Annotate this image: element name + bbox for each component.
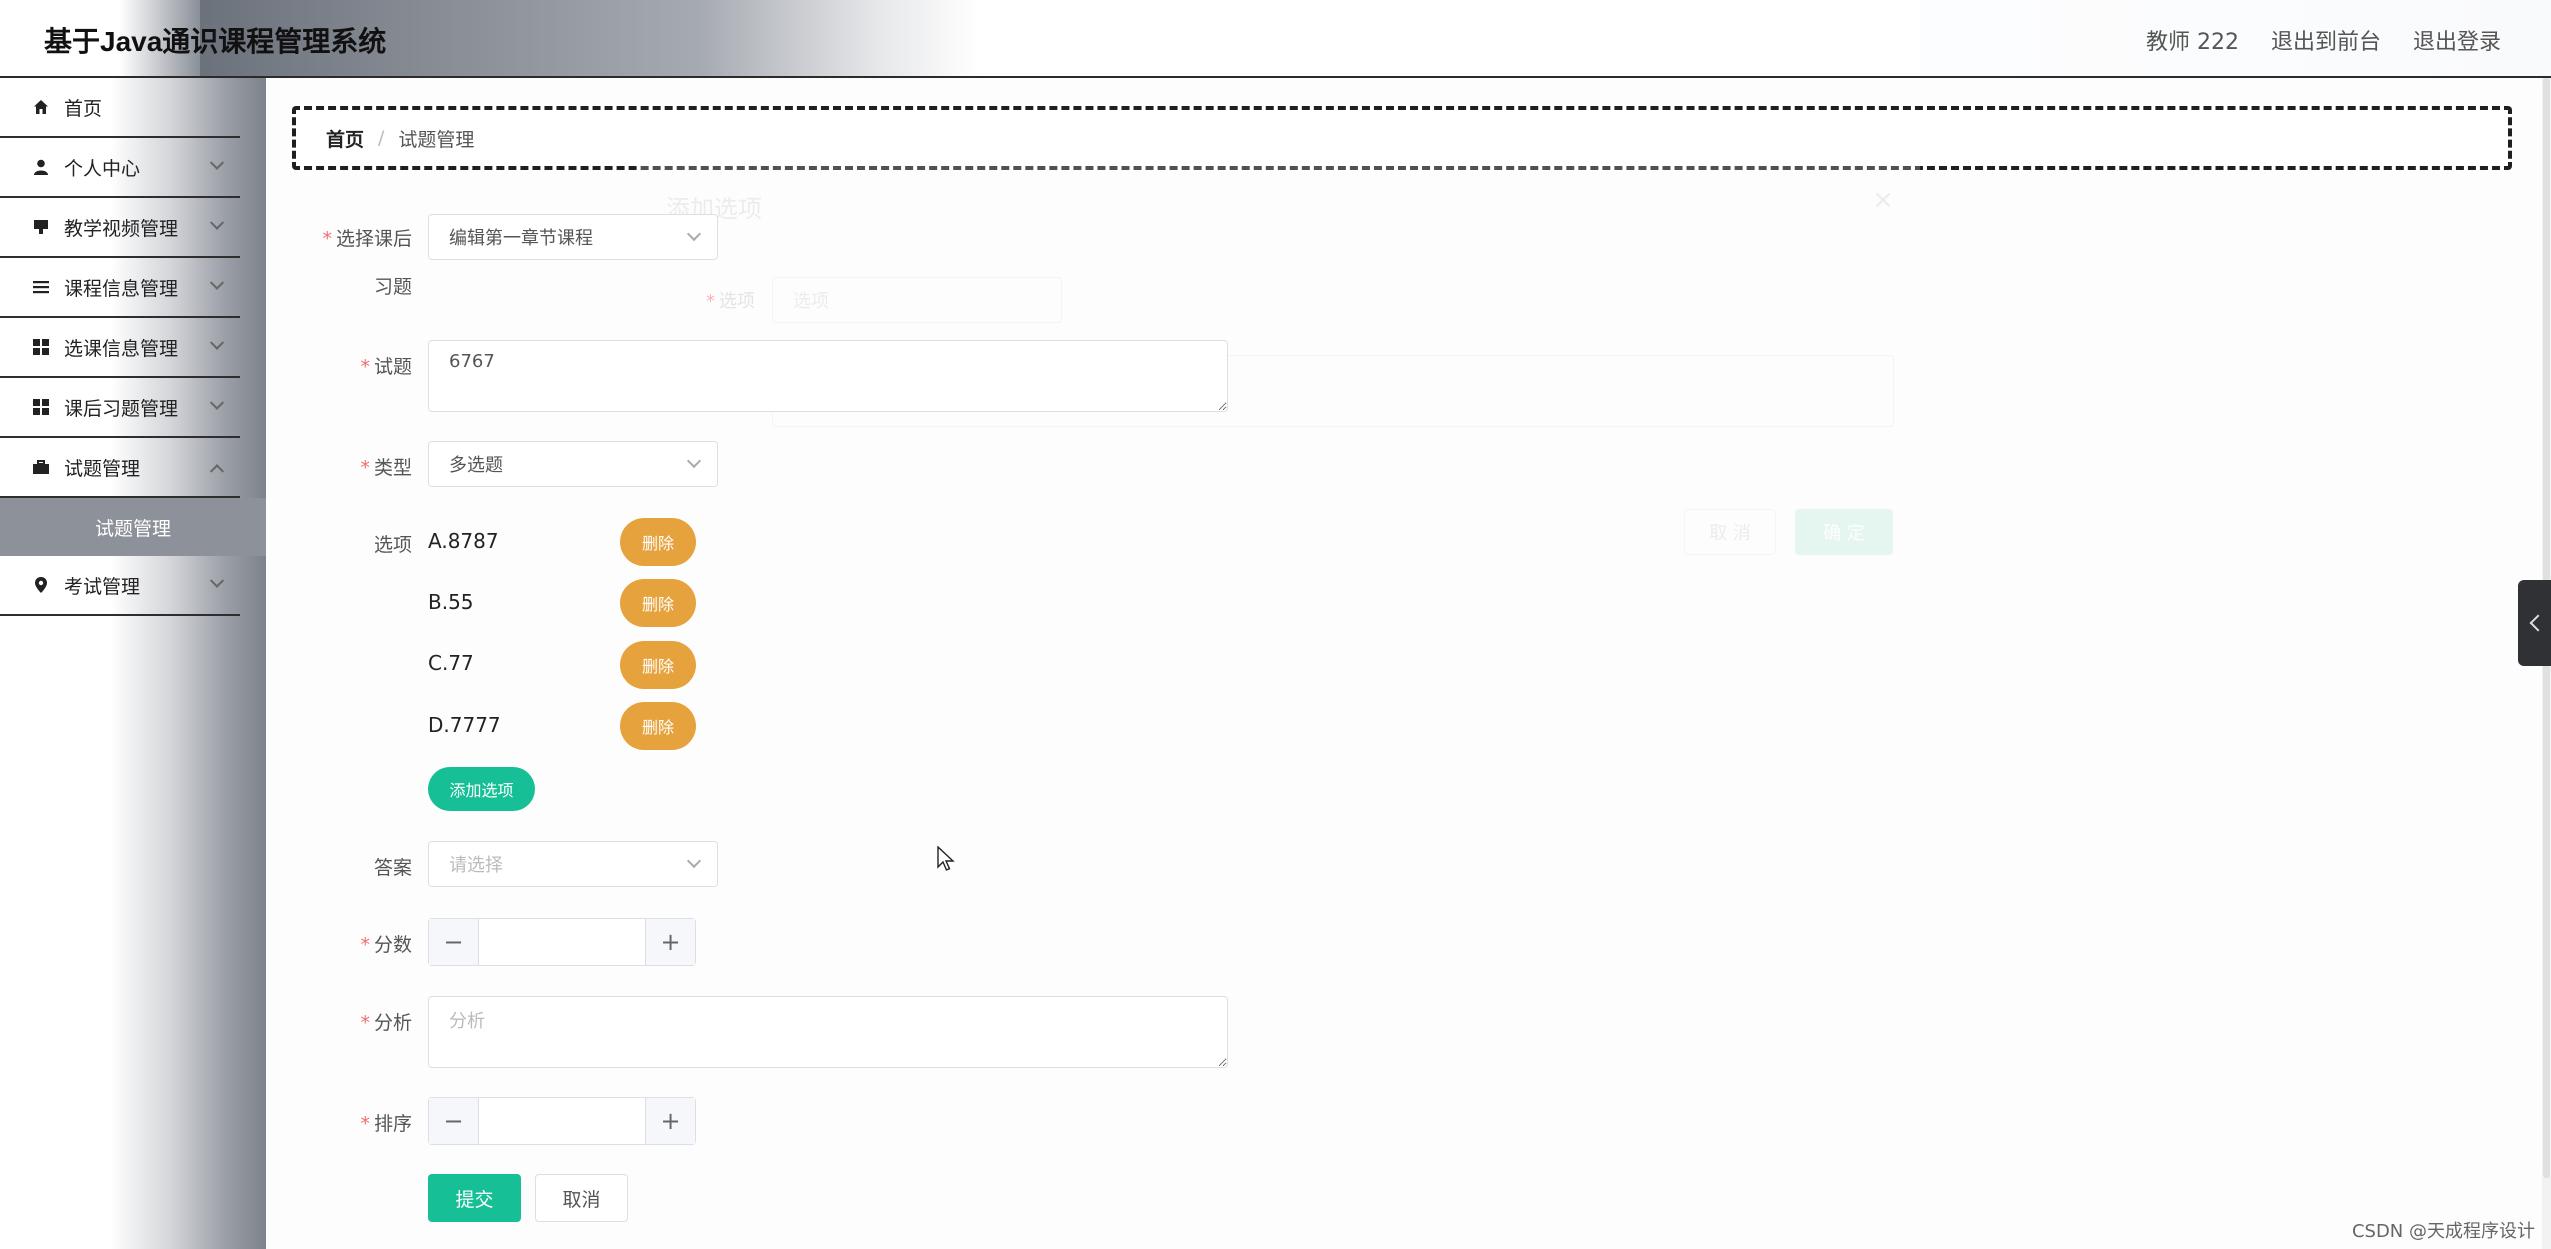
score-label: * 分数 <box>360 934 412 956</box>
sidebar-item-course-info[interactable]: 课程信息管理 <box>0 258 240 318</box>
answer-select-placeholder: 请选择 <box>449 855 503 876</box>
exit-to-front-link[interactable]: 退出到前台 <box>2271 24 2381 56</box>
chevron-down-icon <box>209 395 225 410</box>
sidebar-item-home[interactable]: 首页 <box>0 78 240 138</box>
chevron-up-icon <box>209 464 225 479</box>
score-stepper: − + <box>428 918 696 966</box>
chevron-down-icon <box>686 853 702 869</box>
sidebar-item-personal-center[interactable]: 个人中心 <box>0 138 240 198</box>
submit-button[interactable]: 提交 <box>428 1174 521 1222</box>
delete-option-a-button[interactable]: 删除 <box>620 518 696 566</box>
chevron-down-icon <box>209 573 225 588</box>
home-icon <box>32 98 50 116</box>
answer-select[interactable]: 请选择 <box>428 841 718 887</box>
mouse-cursor-icon <box>937 846 955 871</box>
chevron-down-icon <box>686 453 702 469</box>
score-decrement-button[interactable]: − <box>429 919 479 965</box>
type-select-value: 多选题 <box>449 455 503 476</box>
dialog-option-label: * 选项 <box>706 291 755 312</box>
sidebar-item-label: 课后习题管理 <box>64 397 179 420</box>
order-decrement-button[interactable]: − <box>429 1098 479 1144</box>
analysis-textarea[interactable] <box>428 996 1228 1068</box>
exercise-label-line2: 习题 <box>373 276 412 298</box>
side-collapse-tab[interactable] <box>2518 580 2551 666</box>
sidebar-item-video[interactable]: 教学视频管理 <box>0 198 240 258</box>
sidebar-item-label: 个人中心 <box>64 157 141 180</box>
exercise-label: * 选择课后 <box>322 228 412 250</box>
analysis-label: * 分析 <box>360 1012 412 1034</box>
breadcrumb: 首页 / 试题管理 <box>292 106 2512 170</box>
order-label: * 排序 <box>360 1113 412 1135</box>
chevron-down-icon <box>686 226 702 242</box>
grid-icon <box>32 338 50 356</box>
option-item-b: B.55 <box>428 590 474 614</box>
user-icon <box>32 158 50 176</box>
sidebar-item-label: 课程信息管理 <box>64 277 179 300</box>
score-input[interactable] <box>479 919 645 965</box>
video-icon <box>32 218 50 236</box>
option-item-c: C.77 <box>428 651 474 675</box>
chevron-down-icon <box>209 215 225 230</box>
delete-option-b-button[interactable]: 删除 <box>620 579 696 627</box>
dialog-ok-button[interactable]: 确 定 <box>1795 509 1893 555</box>
breadcrumb-home[interactable]: 首页 <box>326 125 364 152</box>
sidebar-item-enrollment[interactable]: 选课信息管理 <box>0 318 240 378</box>
chevron-down-icon <box>209 155 225 170</box>
location-icon <box>32 576 50 594</box>
order-increment-button[interactable]: + <box>645 1098 695 1144</box>
sidebar-item-label: 考试管理 <box>64 575 141 598</box>
sidebar-item-label: 教学视频管理 <box>64 217 179 240</box>
order-stepper: − + <box>428 1097 696 1145</box>
sidebar: 首页 个人中心 教学视频管理 课程信息管理 选课信息管理 课后习题管理 试题管理… <box>0 78 266 1249</box>
briefcase-icon <box>32 458 50 476</box>
answer-label: 答案 <box>373 857 412 879</box>
question-label: * 试题 <box>360 356 412 378</box>
dialog-cancel-button[interactable]: 取 消 <box>1684 509 1776 555</box>
chevron-left-icon <box>2529 614 2546 632</box>
question-textarea[interactable] <box>428 340 1228 412</box>
current-user[interactable]: 教师 222 <box>2146 24 2239 56</box>
order-input[interactable] <box>479 1098 645 1144</box>
exercise-select-value: 编辑第一章节课程 <box>449 228 593 249</box>
score-increment-button[interactable]: + <box>645 919 695 965</box>
watermark: CSDN @天成程序设计 <box>2351 1221 2535 1242</box>
cancel-button[interactable]: 取消 <box>535 1174 628 1222</box>
option-item-d: D.7777 <box>428 713 501 737</box>
delete-option-d-button[interactable]: 删除 <box>620 702 696 750</box>
sidebar-item-label: 首页 <box>64 97 103 120</box>
breadcrumb-separator: / <box>378 127 385 149</box>
grid-icon <box>32 398 50 416</box>
type-label: * 类型 <box>360 457 412 479</box>
list-icon <box>32 278 50 296</box>
sidebar-subitem-question-management[interactable]: 试题管理 <box>0 498 266 556</box>
sidebar-item-exam[interactable]: 考试管理 <box>0 556 240 616</box>
dialog-option-select[interactable]: 选项 <box>772 277 1062 323</box>
header-nav: 教师 222 退出到前台 退出登录 <box>2146 24 2501 56</box>
sidebar-item-label: 选课信息管理 <box>64 337 179 360</box>
option-item-a: A.8787 <box>428 529 499 553</box>
type-select[interactable]: 多选题 <box>428 441 718 487</box>
exercise-select[interactable]: 编辑第一章节课程 <box>428 214 718 260</box>
add-option-button[interactable]: 添加选项 <box>428 767 535 811</box>
app-title: 基于Java通识课程管理系统 <box>44 26 387 57</box>
options-label: 选项 <box>373 534 412 556</box>
breadcrumb-current: 试题管理 <box>398 128 475 151</box>
sidebar-item-label: 试题管理 <box>64 457 141 480</box>
sidebar-item-questions[interactable]: 试题管理 <box>0 438 240 498</box>
chevron-down-icon <box>209 275 225 290</box>
chevron-down-icon <box>209 335 225 350</box>
delete-option-c-button[interactable]: 删除 <box>620 641 696 689</box>
logout-link[interactable]: 退出登录 <box>2413 24 2501 56</box>
close-icon[interactable]: × <box>1872 185 1894 215</box>
top-header: 基于Java通识课程管理系统 教师 222 退出到前台 退出登录 <box>0 0 2551 78</box>
sidebar-item-exercises[interactable]: 课后习题管理 <box>0 378 240 438</box>
